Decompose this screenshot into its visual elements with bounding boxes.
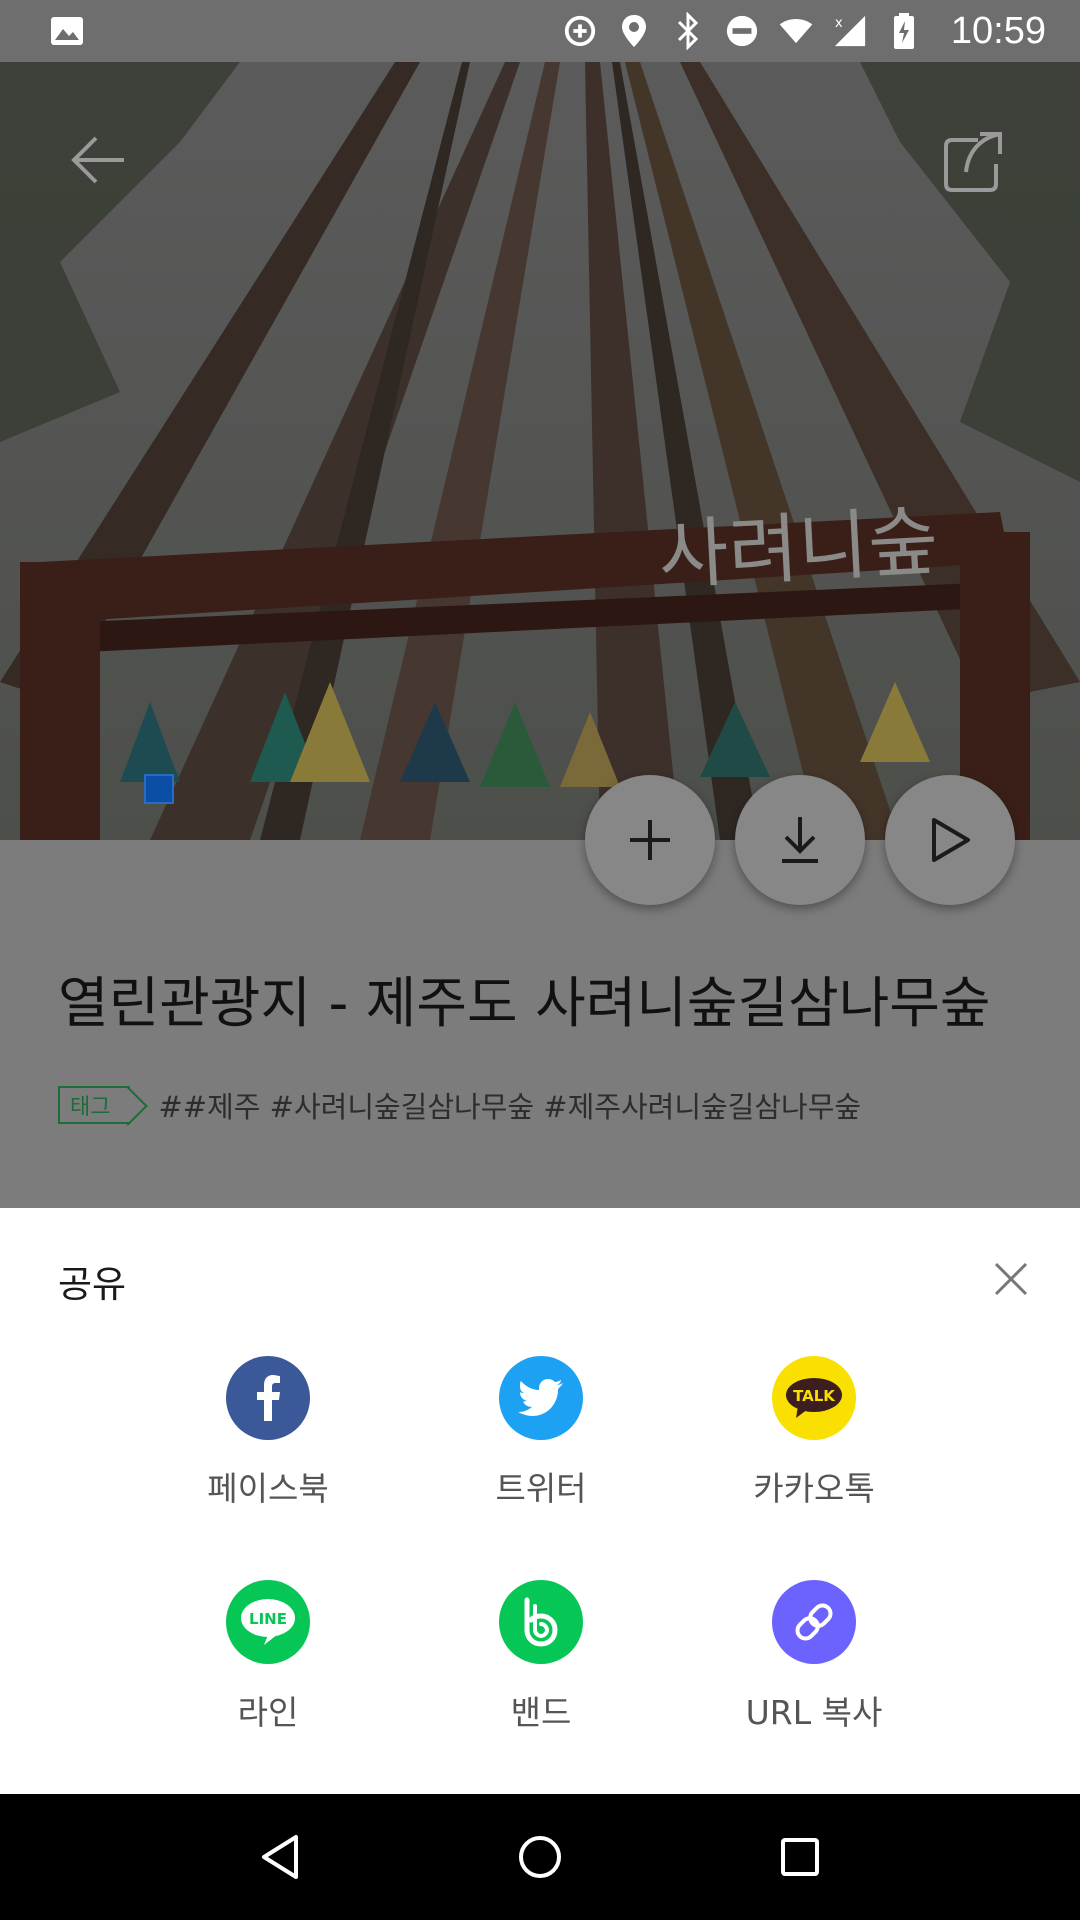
sign-text: 사려니숲 [656,496,940,600]
facebook-icon [226,1356,310,1440]
share-sheet-title: 공유 [58,1263,127,1306]
play-button[interactable] [885,775,1015,905]
recents-square-icon [781,1838,819,1876]
hero-image: 사려니숲 [0,62,1080,840]
share-label-band: 밴드 [510,1693,572,1732]
share-button[interactable] [940,130,1012,202]
tag-row: 태그 ##제주 #사려니숲길삼나무숲 #제주사려니숲길삼나무숲 [58,1084,861,1126]
back-triangle-icon [262,1835,298,1879]
share-label-facebook: 페이스북 [207,1469,329,1508]
tag-list[interactable]: ##제주 #사려니숲길삼나무숲 #제주사려니숲길삼나무숲 [158,1084,861,1126]
home-circle-icon [519,1836,561,1878]
image-indicator [144,774,174,804]
share-icon [944,132,1002,192]
status-bar: x 10:59 [0,0,1080,62]
signal-icon: x [833,14,867,48]
location-icon [617,14,651,48]
tag-badge: 태그 [58,1086,131,1124]
data-saver-icon [563,14,597,48]
bluetooth-icon [671,12,705,50]
share-kakaotalk[interactable]: TALK 카카오톡 [694,1356,934,1510]
image-icon [50,14,84,48]
share-url-copy[interactable]: URL 복사 [694,1580,934,1734]
close-button[interactable] [984,1252,1038,1306]
play-icon [932,818,970,862]
twitter-icon [499,1356,583,1440]
wifi-icon [779,14,813,48]
nav-back-button[interactable] [240,1817,320,1897]
place-title: 열린관광지 - 제주도 사려니숲길삼나무숲 [58,971,991,1035]
share-band[interactable]: 밴드 [421,1580,661,1734]
arrow-left-icon [71,136,124,184]
back-button[interactable] [68,130,140,202]
share-twitter[interactable]: 트위터 [421,1356,661,1510]
share-sheet: 공유 페이스북 트위터 TALK 카카오톡 LINE 라인 밴드 URL 복사 [0,1208,1080,1794]
share-label-twitter: 트위터 [495,1469,587,1508]
nav-recents-button[interactable] [760,1817,840,1897]
forest-photo: 사려니숲 [0,62,1080,840]
share-label-kakaotalk: 카카오톡 [753,1469,875,1508]
navigation-bar [0,1794,1080,1920]
svg-text:TALK: TALK [793,1387,836,1405]
share-label-line: 라인 [237,1693,299,1732]
download-button[interactable] [735,775,865,905]
svg-text:LINE: LINE [249,1610,287,1628]
share-label-url-copy: URL 복사 [745,1693,883,1732]
svg-text:x: x [835,16,843,31]
share-line[interactable]: LINE 라인 [148,1580,388,1734]
link-icon [772,1580,856,1664]
share-facebook[interactable]: 페이스북 [148,1356,388,1510]
do-not-disturb-icon [725,14,759,48]
status-time: 10:59 [950,9,1046,52]
add-button[interactable] [585,775,715,905]
line-icon: LINE [226,1580,310,1664]
battery-charging-icon [887,13,921,49]
plus-icon [630,820,670,860]
band-icon [499,1580,583,1664]
download-icon [782,817,818,863]
close-icon [994,1262,1028,1296]
kakaotalk-icon: TALK [772,1356,856,1440]
nav-home-button[interactable] [500,1817,580,1897]
